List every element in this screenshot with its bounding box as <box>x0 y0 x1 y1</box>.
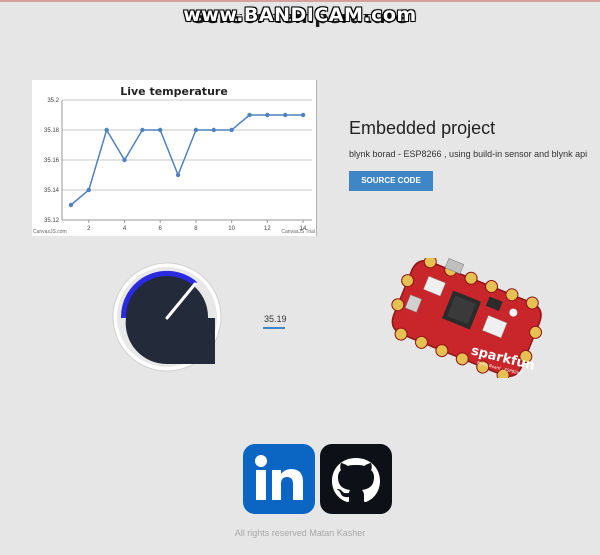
chart-y-tick-label: 35.14 <box>44 188 60 194</box>
chart-data-point <box>104 127 109 133</box>
chart-data-point <box>193 127 199 133</box>
project-description: blynk borad - ESP8266 , using build-in s… <box>349 149 588 159</box>
chart-data-point <box>158 127 163 133</box>
chart-y-tick-label: 35.12 <box>44 218 60 224</box>
window-top-border <box>0 0 600 2</box>
footer-copyright: All rights reserved Matan Kasher <box>234 528 366 538</box>
chart-canvas: Live temperature CanvasJS.com CanvasJS T… <box>33 85 315 235</box>
chart-x-tick-label: 6 <box>159 226 163 232</box>
chart-data-point <box>175 172 181 178</box>
chart-title: Live temperature <box>120 85 228 98</box>
chart-data-point <box>211 127 216 133</box>
chart-x-tick-label: 2 <box>87 226 91 232</box>
temperature-gauge <box>112 262 222 372</box>
chart-data-point <box>283 112 288 118</box>
chart-x-tick-label: 14 <box>300 226 307 232</box>
linkedin-icon <box>255 455 303 500</box>
chart-credit-right[interactable]: CanvasJS Trial <box>281 229 315 235</box>
chart-data-point <box>265 112 270 118</box>
chart-data-point <box>122 157 127 163</box>
github-icon <box>332 458 380 502</box>
gauge-value: 35.19 <box>264 314 287 324</box>
chart-data-point <box>68 202 74 208</box>
chart-y-tick-label: 35.18 <box>44 128 60 134</box>
chart-data-point <box>229 127 234 133</box>
temperature-chart: Live temperature CanvasJS.com CanvasJS T… <box>32 80 317 236</box>
chart-x-tick-label: 8 <box>194 226 198 232</box>
chart-x-tick-label: 4 <box>123 226 127 232</box>
github-link[interactable] <box>320 444 392 514</box>
chart-x-tick-label: 10 <box>228 226 235 232</box>
source-code-button[interactable]: SOURCE CODE <box>349 171 433 191</box>
gauge-value-underline <box>263 327 285 329</box>
chart-y-tick-label: 35.16 <box>44 158 60 164</box>
chart-data-point <box>140 127 145 133</box>
chart-data-point <box>300 112 306 118</box>
chart-data-point <box>86 187 91 193</box>
chart-data-point <box>247 112 252 118</box>
chart-credit-left[interactable]: CanvasJS.com <box>33 229 67 235</box>
linkedin-link[interactable] <box>243 444 315 514</box>
project-title: Embedded project <box>349 118 496 138</box>
blynk-board-image: sparkfun Blynk Board - ESP8266 <box>391 258 543 378</box>
chart-y-tick-label: 35.2 <box>47 98 59 104</box>
recorder-watermark: www.BANDICAM.com <box>183 4 417 26</box>
project-panel: Embedded project blynk borad - ESP8266 ,… <box>349 118 589 191</box>
chart-x-tick-label: 12 <box>264 226 271 232</box>
